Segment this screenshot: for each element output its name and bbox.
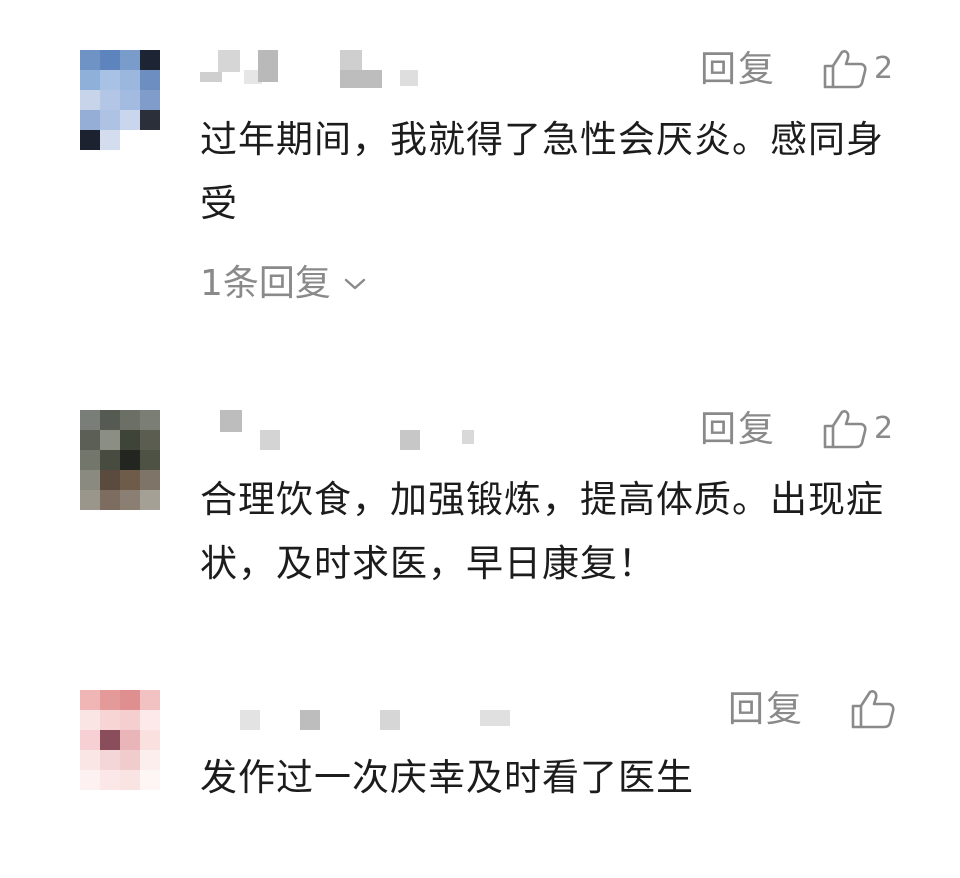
comment-item: 回复 2 过年期间，我就得了急性会厌炎。感同身受 1条回复 [0, 0, 960, 330]
chevron-down-icon [344, 278, 366, 290]
like-button[interactable]: 2 [822, 48, 893, 90]
avatar[interactable] [80, 50, 160, 150]
comment-text: 发作过一次庆幸及时看了医生 [200, 756, 694, 799]
reply-button[interactable]: 回复 [700, 50, 776, 90]
username-pixelated[interactable] [200, 410, 520, 450]
username-pixelated[interactable] [200, 50, 520, 90]
avatar[interactable] [80, 410, 160, 510]
thumbs-up-icon [851, 690, 895, 729]
comment-item: 回复 2 合理饮食，加强锻炼，提高体质。出现症状，及时求医，早日康复！ [0, 360, 960, 620]
comment-text: 过年期间，我就得了急性会厌炎。感同身受 [200, 118, 884, 225]
like-button[interactable] [850, 688, 896, 730]
comment-item: 回复 发作过一次庆幸及时看了医生 [0, 640, 960, 840]
thumbs-up-icon [823, 410, 867, 449]
reply-button[interactable]: 回复 [728, 690, 804, 730]
reply-button[interactable]: 回复 [700, 410, 776, 450]
avatar[interactable] [80, 690, 160, 790]
like-count: 2 [874, 51, 894, 86]
thumbs-up-icon [823, 50, 867, 89]
username-pixelated[interactable] [200, 710, 520, 750]
view-replies-link[interactable]: 1条回复 [200, 264, 367, 304]
like-button[interactable]: 2 [822, 408, 893, 450]
replies-count-label: 1条回复 [200, 263, 331, 304]
comment-text: 合理饮食，加强锻炼，提高体质。出现症状，及时求医，早日康复！ [200, 478, 884, 585]
like-count: 2 [874, 411, 894, 446]
